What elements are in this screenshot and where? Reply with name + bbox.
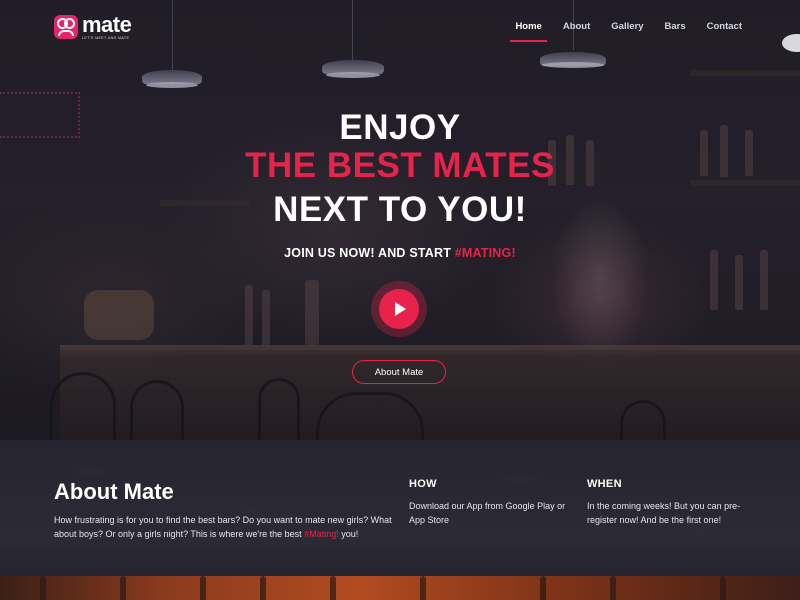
hero-subline-text: JOIN US NOW! AND START bbox=[284, 246, 455, 260]
hero-subline-hashtag: #MATING! bbox=[454, 246, 516, 260]
bottle bbox=[200, 576, 206, 600]
about-hashtag-link[interactable]: #Mating! bbox=[304, 529, 339, 539]
hero-headline-line1: ENJOY bbox=[339, 108, 461, 147]
play-icon[interactable] bbox=[379, 289, 419, 329]
when-text: In the coming weeks! But you can pre-reg… bbox=[587, 501, 741, 525]
hero-headline-line2: THE BEST MATES bbox=[245, 146, 555, 185]
hero-headline-line3: NEXT TO YOU! bbox=[273, 190, 527, 229]
bottle bbox=[120, 576, 126, 600]
when-title: WHEN bbox=[587, 478, 622, 490]
nav-item-contact[interactable]: Contact bbox=[707, 21, 742, 38]
about-title: About Mate bbox=[54, 479, 174, 504]
brand-tagline: LET'S MEET AND MATE bbox=[82, 36, 130, 40]
hero-subline: JOIN US NOW! AND START #MATING! bbox=[0, 246, 800, 260]
brand-name: mate bbox=[82, 12, 132, 37]
nav-item-about[interactable]: About bbox=[563, 21, 590, 38]
brand-logo[interactable]: mate LET'S MEET AND MATE bbox=[54, 12, 132, 41]
bottle bbox=[420, 576, 426, 600]
nav-item-bars[interactable]: Bars bbox=[665, 21, 686, 38]
bottle bbox=[330, 576, 336, 600]
bar-photo-strip bbox=[0, 576, 800, 600]
mate-logo-icon bbox=[54, 15, 78, 40]
about-text-end: you! bbox=[338, 529, 359, 539]
nav-item-gallery[interactable]: Gallery bbox=[611, 21, 643, 38]
brand-text: mate LET'S MEET AND MATE bbox=[82, 12, 132, 41]
bottle bbox=[260, 576, 266, 600]
bottle bbox=[540, 576, 546, 600]
about-description: How frustrating is for you to find the b… bbox=[54, 513, 394, 541]
how-title: HOW bbox=[409, 478, 437, 490]
how-text: Download our App from Google Play or App… bbox=[409, 501, 566, 525]
about-mate-button[interactable]: About Mate bbox=[352, 360, 446, 384]
bottle bbox=[610, 576, 616, 600]
bottle bbox=[40, 576, 46, 600]
nav-item-home[interactable]: Home bbox=[510, 21, 548, 42]
bottle bbox=[720, 576, 726, 600]
main-nav: Home About Gallery Bars Contact bbox=[510, 21, 742, 42]
